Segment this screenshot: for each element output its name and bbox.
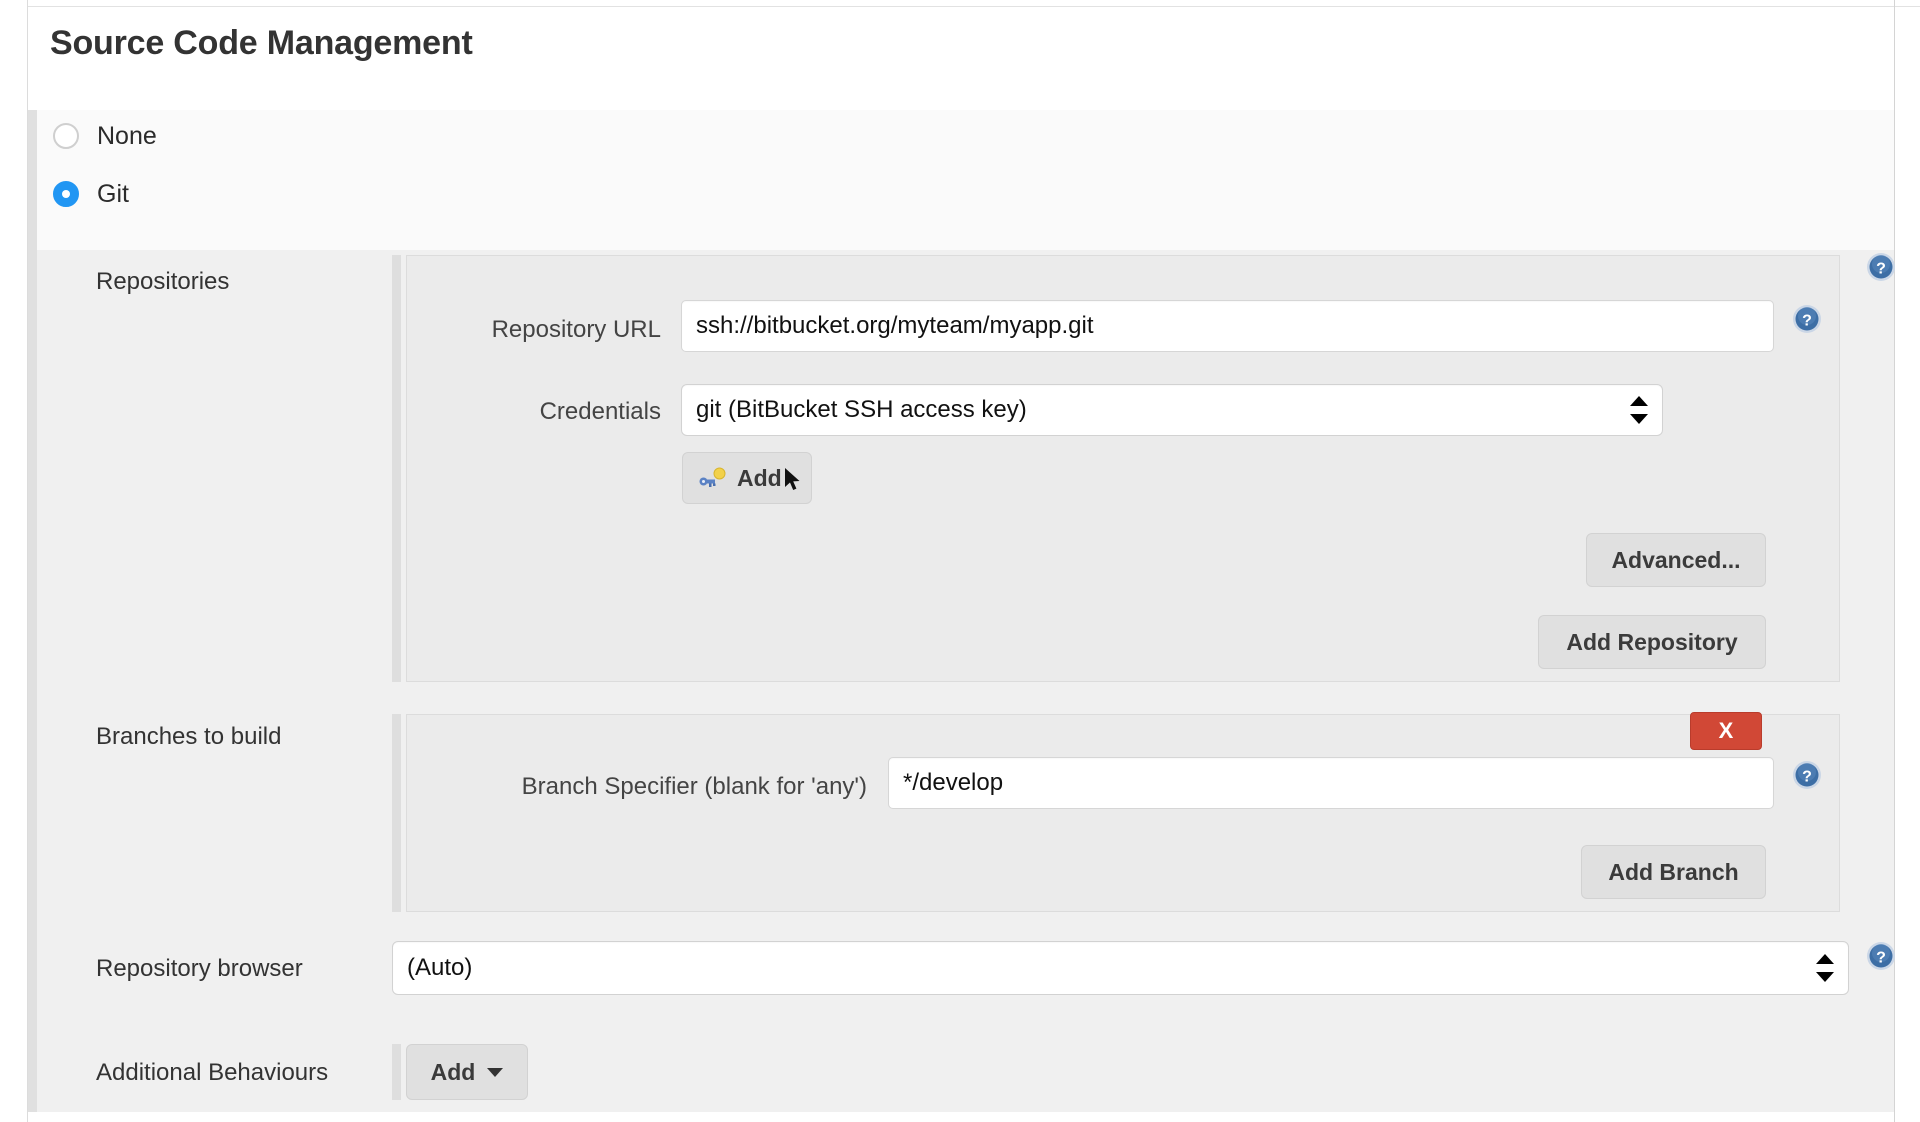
scm-option-git[interactable]: Git bbox=[53, 177, 129, 211]
credentials-select[interactable]: git (BitBucket SSH access key) bbox=[681, 384, 1663, 436]
radio-none-label: None bbox=[97, 121, 157, 150]
chevron-down-icon bbox=[487, 1067, 504, 1077]
add-behaviour-button[interactable]: Add bbox=[406, 1044, 528, 1100]
branch-block-marker bbox=[392, 714, 401, 912]
help-icon-repository-browser[interactable]: ? bbox=[1866, 941, 1896, 971]
credentials-label: Credentials bbox=[539, 398, 661, 425]
add-repository-button[interactable]: Add Repository bbox=[1538, 615, 1766, 669]
scm-config-page: Source Code Management None Git Reposito… bbox=[0, 0, 1920, 1122]
radio-none-input[interactable] bbox=[53, 123, 79, 149]
add-credentials-label: Add bbox=[737, 464, 782, 491]
svg-text:?: ? bbox=[1876, 950, 1886, 967]
page-title: Source Code Management bbox=[50, 24, 473, 62]
credentials-select-value: git (BitBucket SSH access key) bbox=[696, 396, 1027, 423]
branches-row-label: Branches to build bbox=[96, 723, 282, 750]
delete-branch-button[interactable]: X bbox=[1690, 712, 1762, 750]
add-behaviour-label: Add bbox=[430, 1058, 476, 1085]
repository-browser-select[interactable]: (Auto) bbox=[392, 941, 1849, 995]
repositories-row-label: Repositories bbox=[96, 268, 230, 295]
top-divider bbox=[27, 6, 1920, 7]
scm-choice-panel bbox=[28, 110, 1894, 250]
help-icon-repositories[interactable]: ? bbox=[1866, 252, 1896, 282]
scm-option-none[interactable]: None bbox=[53, 119, 157, 153]
branch-specifier-input[interactable] bbox=[888, 757, 1774, 809]
select-arrows-icon bbox=[1630, 393, 1648, 427]
advanced-button[interactable]: Advanced... bbox=[1586, 533, 1766, 587]
radio-git-label: Git bbox=[97, 179, 129, 208]
credentials-key-icon bbox=[699, 467, 727, 489]
additional-behaviours-row-label: Additional Behaviours bbox=[96, 1059, 329, 1086]
help-icon-branch-specifier[interactable]: ? bbox=[1792, 760, 1822, 790]
repository-url-input[interactable] bbox=[681, 300, 1774, 352]
help-icon-repository-url[interactable]: ? bbox=[1792, 304, 1822, 334]
git-settings-indent-marker bbox=[28, 250, 37, 1112]
svg-text:?: ? bbox=[1802, 313, 1812, 330]
branch-specifier-label: Branch Specifier (blank for 'any') bbox=[521, 773, 867, 800]
repository-block-marker bbox=[392, 255, 401, 682]
repository-browser-row-label: Repository browser bbox=[96, 955, 303, 982]
svg-text:?: ? bbox=[1802, 769, 1812, 786]
repository-url-label: Repository URL bbox=[491, 316, 661, 343]
repository-browser-value: (Auto) bbox=[407, 954, 473, 981]
add-credentials-button[interactable]: Add bbox=[682, 452, 812, 504]
scm-choice-indent-marker bbox=[28, 110, 37, 250]
svg-text:?: ? bbox=[1876, 261, 1886, 278]
select-arrows-icon bbox=[1816, 951, 1834, 985]
radio-git-input[interactable] bbox=[53, 181, 79, 207]
add-branch-button[interactable]: Add Branch bbox=[1581, 845, 1766, 899]
additional-behaviours-marker bbox=[392, 1044, 401, 1100]
